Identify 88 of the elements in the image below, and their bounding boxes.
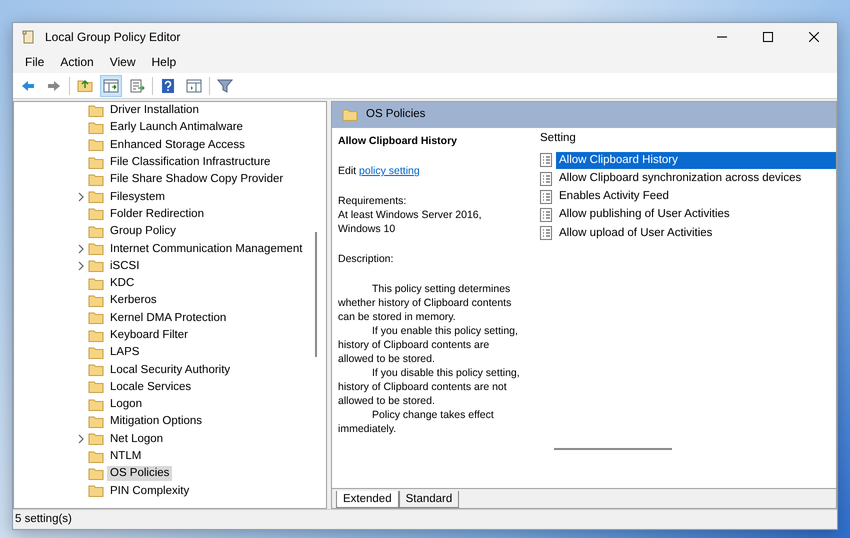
tree-item[interactable]: Kernel DMA Protection [107, 310, 230, 326]
tree-item[interactable]: Keyboard Filter [107, 328, 191, 343]
status-text: 5 setting(s) [15, 512, 72, 527]
maximize-icon [763, 32, 773, 42]
tree-item[interactable]: File Classification Infrastructure [107, 155, 274, 170]
scrollbar-thumb[interactable] [315, 232, 317, 357]
setting-row[interactable]: Allow Clipboard synchronization across devices [556, 170, 836, 188]
tree-item[interactable]: Driver Installation [107, 103, 202, 118]
folder-icon [88, 431, 104, 448]
folder-icon [88, 328, 104, 344]
tree-item[interactable]: Kerberos [107, 293, 160, 308]
tree-item[interactable]: LAPS [107, 345, 142, 360]
description-text: If you disable this policy setting, history of Clipboard contents are not allowed to be stored. [338, 366, 521, 408]
folder-icon [88, 362, 104, 378]
folder-icon [88, 206, 104, 222]
folder-icon [88, 396, 104, 413]
folder-icon [88, 448, 104, 465]
folder-icon [88, 120, 104, 136]
folder-up-icon [77, 78, 93, 94]
folder-icon [88, 292, 104, 309]
tree-item[interactable]: Group Policy [107, 224, 179, 240]
tree-item[interactable]: Internet Communication Management [107, 242, 306, 257]
requirements-text: At least Windows Server 2016, Windows 10 [338, 208, 483, 236]
menu-item[interactable]: File [17, 53, 52, 71]
folder-icon [88, 483, 104, 500]
folder-icon [88, 102, 104, 119]
requirements-label: Requirements: [338, 194, 408, 208]
tree-pane-icon [103, 78, 119, 94]
tree-item[interactable]: Local Security Authority [107, 362, 234, 378]
tree-item[interactable]: iSCSI [107, 258, 142, 274]
tree-item[interactable]: Filesystem [107, 190, 168, 205]
policy-document-icon [540, 172, 552, 186]
folder-icon [88, 258, 104, 274]
setting-row[interactable]: Allow upload of User Activities [556, 224, 836, 242]
folder-icon [88, 466, 104, 482]
tree-item[interactable]: Folder Redirection [107, 206, 207, 222]
description-text: This policy setting determines whether history of Clipboard contents can be stored in memory. [338, 282, 512, 324]
tree-item[interactable]: KDC [107, 276, 138, 292]
setting-row[interactable]: Enables Activity Feed [556, 188, 836, 206]
folder-icon [88, 172, 104, 188]
policy-document-icon [540, 226, 552, 240]
tree-item[interactable]: Early Launch Antimalware [107, 120, 246, 136]
window-title: Local Group Policy Editor [45, 29, 180, 46]
tree-item[interactable]: File Share Shadow Copy Provider [107, 172, 286, 188]
tree-item[interactable]: Locale Services [107, 380, 194, 395]
folder-icon [88, 276, 104, 292]
menu-item[interactable]: View [102, 53, 144, 71]
menu-item[interactable]: Action [52, 53, 102, 71]
description-text: Policy change takes effect immediately. [338, 408, 495, 436]
setting-row[interactable]: Allow Clipboard History [556, 152, 836, 169]
policy-document-icon [540, 153, 552, 168]
folder-icon [88, 224, 104, 240]
tree-item[interactable]: OS Policies [107, 466, 172, 482]
tab[interactable]: Extended [336, 491, 399, 508]
policy-setting-link[interactable]: policy setting [359, 165, 420, 177]
policy-document-icon [540, 208, 552, 222]
folder-icon [88, 379, 104, 396]
tree-item[interactable]: Enhanced Storage Access [107, 138, 248, 153]
folder-icon [88, 137, 104, 154]
tree-item[interactable]: Net Logon [107, 432, 166, 447]
pane-title: OS Policies [366, 107, 426, 122]
tree-item[interactable]: Mitigation Options [107, 414, 206, 430]
tree-item[interactable]: NTLM [107, 449, 144, 464]
folder-icon [88, 344, 104, 361]
export-list-icon [129, 78, 145, 94]
tree-pane-button[interactable] [100, 74, 122, 96]
policy-document-icon [540, 190, 552, 204]
folder-icon [342, 107, 358, 123]
edit-label: Edit [338, 165, 356, 177]
folder-icon [88, 241, 104, 258]
folder-icon [88, 189, 104, 206]
description-text: If you enable this policy setting, history of Clipboard contents are allowed to be stored. [338, 324, 519, 366]
filter-icon [217, 78, 233, 94]
pane-view-icon [186, 78, 202, 94]
setting-row[interactable]: Allow publishing of User Activities [556, 206, 836, 224]
tree-item[interactable]: Logon [107, 397, 145, 412]
tab[interactable]: Standard [398, 491, 460, 508]
policy-title: Allow Clipboard History [338, 134, 458, 148]
folder-icon [88, 310, 104, 326]
column-header[interactable]: Setting [540, 130, 836, 148]
folder-icon [88, 154, 104, 171]
scrollbar-thumb[interactable] [554, 448, 672, 450]
description-label: Description: [338, 252, 394, 266]
folder-icon [88, 414, 104, 430]
help-icon [160, 78, 176, 94]
close-icon [809, 32, 819, 42]
tree-item[interactable]: PIN Complexity [107, 484, 192, 499]
menu-item[interactable]: Help [144, 53, 184, 71]
